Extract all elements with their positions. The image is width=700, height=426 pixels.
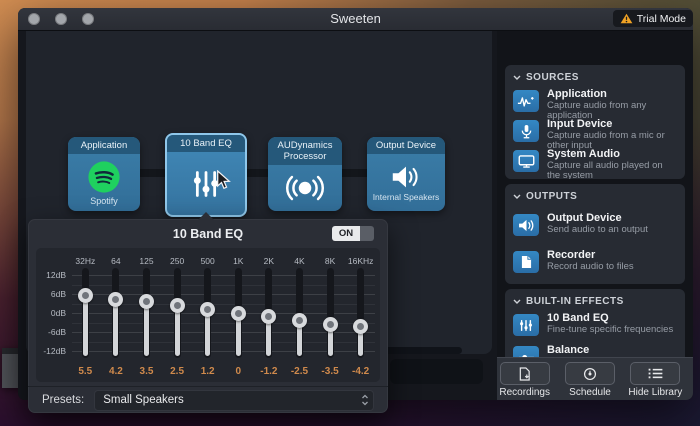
eq-band [101, 266, 132, 360]
window-title: Sweeten [18, 8, 693, 30]
file-icon [513, 251, 539, 273]
node-title: Output Device [367, 137, 445, 154]
eq-slider-knob[interactable] [108, 292, 123, 307]
application-source-icon [513, 90, 539, 112]
warning-icon [620, 13, 633, 24]
stepper-chevrons-icon [361, 394, 369, 406]
eq-graph-panel: 32Hz641252505001K2K4K8K16KHz 12dB 6dB 0d… [36, 248, 380, 382]
trial-mode-label: Trial Mode [637, 13, 686, 25]
eq-slider-knob[interactable] [231, 306, 246, 321]
screen: Sweeten Trial Mode Application Sp [0, 0, 700, 426]
library-item-application[interactable]: Application Capture audio from any appli… [513, 88, 677, 118]
node-subtitle: Internal Speakers [373, 192, 440, 202]
eq-slider-knob[interactable] [323, 317, 338, 332]
recordings-file-icon [518, 367, 531, 381]
node-10-band-eq[interactable]: 10 Band EQ [165, 133, 247, 217]
status-well [390, 359, 483, 384]
presets-row: Presets: Small Speakers [28, 386, 388, 413]
db-scale-label: 6dB [36, 289, 66, 299]
list-icon [648, 368, 663, 379]
db-scale-label: -12dB [36, 346, 66, 356]
library-item-recorder[interactable]: Recorder Record audio to files [513, 249, 677, 273]
eq-sliders-icon [513, 314, 539, 336]
hide-library-label: Hide Library [628, 387, 682, 398]
speaker-icon [513, 214, 539, 236]
eq-band [223, 266, 254, 360]
eq-slider-knob[interactable] [78, 288, 93, 303]
node-connector [342, 169, 367, 177]
chevron-down-icon [513, 299, 521, 304]
clock-icon [583, 367, 597, 381]
eq-band [131, 266, 162, 360]
eq-popover: 10 Band EQ ON 32Hz641252505001K2K4K8K16K… [28, 219, 388, 413]
node-title: 10 Band EQ [167, 135, 245, 152]
eq-band [284, 266, 315, 360]
library-section-outputs: OUTPUTS Output Device Send audio to an o… [505, 184, 685, 284]
db-scale-label: -6dB [36, 327, 66, 337]
eq-slider-knob[interactable] [292, 313, 307, 328]
recordings-button[interactable] [500, 362, 550, 385]
eq-band [192, 266, 223, 360]
dynamics-icon [282, 173, 328, 203]
library-item-10-band-eq[interactable]: 10 Band EQ Fine-tune specific frequencie… [513, 312, 677, 336]
node-connector [140, 169, 165, 177]
library-item-output-device[interactable]: Output Device Send audio to an output [513, 212, 677, 236]
section-header-sources[interactable]: SOURCES [513, 70, 677, 84]
node-title: AUDynamics Processor [268, 137, 342, 165]
frequency-labels: 32Hz641252505001K2K4K8K16KHz [36, 248, 380, 266]
gain-values: 5.54.23.52.51.20-1.2-2.5-3.5-4.2 [36, 360, 380, 382]
eq-on-toggle[interactable]: ON [332, 226, 374, 241]
eq-slider-knob[interactable] [353, 319, 368, 334]
eq-slider-knob[interactable] [200, 302, 215, 317]
library-item-system-audio[interactable]: System Audio Capture all audio played on… [513, 148, 677, 178]
eq-band [162, 266, 193, 360]
db-scale-label: 0dB [36, 308, 66, 318]
eq-slider-knob[interactable] [261, 309, 276, 324]
chevron-down-icon [513, 75, 521, 80]
section-header-built-in-effects[interactable]: BUILT-IN EFFECTS [513, 294, 677, 308]
spotify-icon [87, 160, 121, 194]
node-application[interactable]: Application Spotify [68, 137, 140, 211]
library-item-input-device[interactable]: Input Device Capture audio from a mic or… [513, 118, 677, 148]
hide-library-button[interactable] [630, 362, 680, 385]
node-subtitle: Spotify [90, 196, 118, 206]
monitor-icon [513, 150, 539, 172]
node-output-device[interactable]: Output Device Internal Speakers [367, 137, 445, 211]
node-connector [245, 169, 268, 177]
library-section-sources: SOURCES Application Capture audio from a… [505, 65, 685, 179]
eq-band [315, 266, 346, 360]
preset-selected-value: Small Speakers [103, 394, 184, 406]
speaker-icon [389, 164, 423, 190]
mouse-cursor [216, 170, 231, 190]
eq-band [345, 266, 376, 360]
section-header-outputs[interactable]: OUTPUTS [513, 189, 677, 203]
eq-band [70, 266, 101, 360]
schedule-button[interactable] [565, 362, 615, 385]
trial-mode-badge[interactable]: Trial Mode [613, 10, 693, 27]
presets-label: Presets: [42, 394, 84, 406]
recordings-label: Recordings [499, 387, 550, 398]
db-scale-label: 12dB [36, 270, 66, 280]
node-audynamics-processor[interactable]: AUDynamics Processor [268, 137, 342, 211]
library-sidebar: SOURCES Application Capture audio from a… [497, 31, 693, 400]
node-title: Application [68, 137, 140, 154]
schedule-label: Schedule [569, 387, 611, 398]
titlebar: Sweeten Trial Mode [18, 8, 693, 31]
microphone-icon [513, 120, 539, 142]
chevron-down-icon [513, 194, 521, 199]
eq-slider-knob[interactable] [170, 298, 185, 313]
bottom-toolbar: Recordings Schedule [497, 357, 693, 400]
presets-dropdown[interactable]: Small Speakers [94, 390, 374, 411]
eq-slider-knob[interactable] [139, 294, 154, 309]
eq-band [254, 266, 285, 360]
